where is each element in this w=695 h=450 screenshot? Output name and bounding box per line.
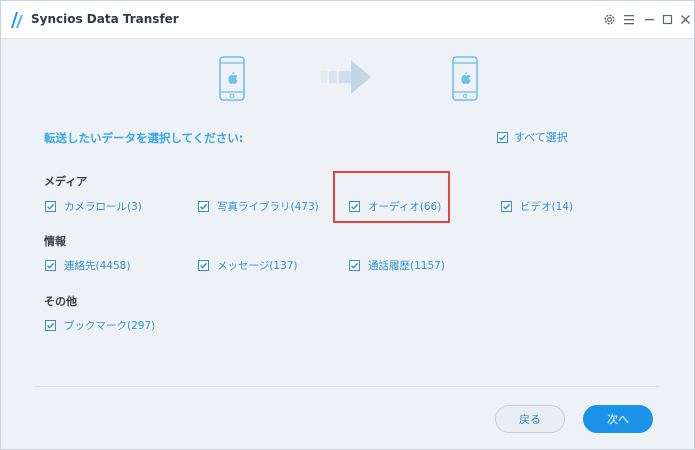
checkbox-checked-icon[interactable] — [501, 201, 512, 212]
footer-divider — [35, 386, 659, 387]
option-label: ビデオ(14) — [520, 201, 574, 213]
checkbox-checked-icon[interactable] — [497, 131, 508, 143]
app-window: Syncios Data Transfer 転送したいデータを選択してください:… — [0, 0, 695, 450]
option-label: ブックマーク(297) — [64, 320, 156, 332]
source-phone-icon — [219, 56, 245, 101]
option-label: 連絡先(4458) — [64, 260, 131, 272]
select-all-label: すべて選択 — [514, 131, 568, 144]
option-label: 通話履歴(1157) — [368, 260, 445, 272]
arrow-right-icon — [321, 60, 371, 94]
option-label: 写真ライブラリ(473) — [217, 201, 319, 213]
minimize-icon[interactable] — [641, 11, 657, 27]
close-icon[interactable] — [677, 11, 693, 27]
group-title-media: メディア — [44, 175, 88, 188]
checkbox-checked-icon[interactable] — [198, 260, 209, 271]
checkbox-checked-icon[interactable] — [45, 260, 56, 271]
highlight-box — [333, 171, 450, 223]
option-camera-roll[interactable]: カメラロール(3) — [45, 199, 142, 214]
checkbox-checked-icon[interactable] — [349, 260, 360, 271]
group-title-info: 情報 — [44, 235, 66, 248]
option-contacts[interactable]: 連絡先(4458) — [45, 258, 130, 273]
maximize-icon[interactable] — [659, 11, 675, 27]
select-all-checkbox[interactable]: すべて選択 — [497, 129, 568, 145]
instruction-text: 転送したいデータを選択してください: — [44, 131, 244, 145]
settings-icon[interactable] — [601, 11, 617, 27]
checkbox-checked-icon[interactable] — [45, 201, 56, 212]
checkbox-checked-icon[interactable] — [349, 201, 360, 212]
target-phone-icon — [452, 56, 478, 101]
app-title: Syncios Data Transfer — [31, 12, 179, 26]
option-call-history[interactable]: 通話履歴(1157) — [349, 258, 445, 273]
option-messages[interactable]: メッセージ(137) — [198, 258, 298, 273]
option-label: オーディオ(66) — [368, 201, 442, 213]
syncios-logo-icon — [11, 12, 23, 28]
next-button[interactable]: 次へ — [583, 405, 653, 433]
group-title-other: その他 — [44, 295, 77, 308]
option-video[interactable]: ビデオ(14) — [501, 199, 573, 214]
option-audio[interactable]: オーディオ(66) — [349, 199, 441, 214]
option-label: メッセージ(137) — [217, 260, 298, 272]
checkbox-checked-icon[interactable] — [198, 201, 209, 212]
option-photo-library[interactable]: 写真ライブラリ(473) — [198, 199, 319, 214]
checkbox-checked-icon[interactable] — [45, 320, 56, 331]
option-bookmarks[interactable]: ブックマーク(297) — [45, 318, 155, 333]
title-bar: Syncios Data Transfer — [1, 1, 694, 39]
back-button[interactable]: 戻る — [495, 405, 565, 433]
menu-icon[interactable] — [621, 11, 637, 27]
option-label: カメラロール(3) — [64, 201, 142, 213]
